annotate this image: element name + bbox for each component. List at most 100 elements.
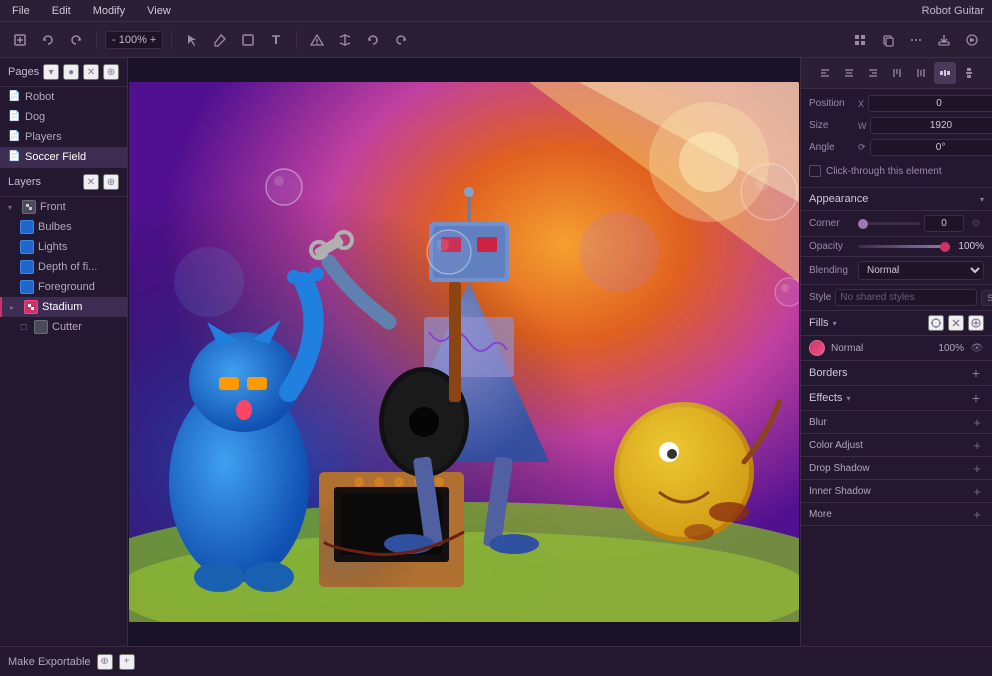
opacity-value: 100% bbox=[954, 241, 984, 252]
opacity-slider-track[interactable] bbox=[858, 245, 950, 248]
fills-chevron-icon: ▾ bbox=[833, 319, 837, 328]
menu-view[interactable]: View bbox=[143, 3, 175, 19]
layers-section: Layers ✕ ⊕ ▾ Front Bulbes bbox=[0, 167, 127, 646]
pages-menu-btn[interactable]: ▾ bbox=[43, 64, 59, 80]
corner-slider-track[interactable] bbox=[858, 222, 920, 225]
align-left-btn[interactable] bbox=[814, 62, 836, 84]
layer-checkbox-icon: ☐ bbox=[20, 323, 30, 332]
distribute-h-btn[interactable] bbox=[934, 62, 956, 84]
fill-color-swatch[interactable] bbox=[809, 340, 825, 356]
page-item-dog[interactable]: 📄 Dog bbox=[0, 107, 127, 127]
pen-tool[interactable] bbox=[208, 28, 232, 52]
blending-row: Blending Normal Multiply Screen Overlay bbox=[801, 257, 992, 285]
fills-header: Fills ▾ bbox=[801, 311, 992, 336]
pages-dot-btn[interactable]: ● bbox=[63, 64, 79, 80]
zoom-display[interactable]: - 100% + bbox=[105, 31, 163, 49]
effects-add-btn[interactable]: + bbox=[968, 390, 984, 406]
click-through-row: Click-through this element bbox=[809, 161, 984, 181]
export-add-btn[interactable]: + bbox=[119, 654, 135, 670]
menu-edit[interactable]: Edit bbox=[48, 3, 75, 19]
fill-blend-label: Normal bbox=[831, 343, 932, 354]
chevron-down-icon: ▾ bbox=[8, 203, 18, 212]
layer-lights[interactable]: Lights bbox=[0, 237, 127, 257]
effect-more: More + bbox=[801, 503, 992, 526]
pointer-tool[interactable] bbox=[180, 28, 204, 52]
fills-title: Fills bbox=[809, 317, 829, 329]
layers-delete-btn[interactable]: ✕ bbox=[83, 174, 99, 190]
canvas-area[interactable] bbox=[128, 58, 800, 646]
new-button[interactable] bbox=[8, 28, 32, 52]
grid-view-btn[interactable] bbox=[848, 28, 872, 52]
alert-tool[interactable] bbox=[305, 28, 329, 52]
fill-opacity-value: 100% bbox=[938, 343, 964, 354]
layer-stadium[interactable]: ▸ Stadium bbox=[0, 297, 127, 317]
inner-shadow-add-btn[interactable]: + bbox=[970, 484, 984, 498]
pages-delete-btn[interactable]: ✕ bbox=[83, 64, 99, 80]
undo-button[interactable] bbox=[36, 28, 60, 52]
rectangle-tool[interactable] bbox=[236, 28, 260, 52]
appearance-header[interactable]: Appearance ▾ bbox=[801, 188, 992, 211]
flip-h-tool[interactable] bbox=[333, 28, 357, 52]
copy-btn[interactable] bbox=[876, 28, 900, 52]
x-position-input[interactable] bbox=[868, 95, 992, 112]
main-layout: Pages ▾ ● ✕ ⊕ 📄 Robot 📄 Dog 📄 Players 📄 … bbox=[0, 58, 992, 646]
size-row: Size W ⊙ H bbox=[809, 117, 984, 134]
export-btn[interactable] bbox=[932, 28, 956, 52]
redo-button[interactable] bbox=[64, 28, 88, 52]
angle-input[interactable] bbox=[870, 139, 992, 156]
borders-add-btn[interactable]: + bbox=[968, 365, 984, 381]
click-through-label: Click-through this element bbox=[826, 166, 942, 177]
preview-btn[interactable] bbox=[960, 28, 984, 52]
effect-color-adjust-label: Color Adjust bbox=[809, 440, 966, 451]
style-row: Style Sync bbox=[801, 285, 992, 311]
corner-value-input[interactable] bbox=[924, 215, 964, 232]
page-item-robot[interactable]: 📄 Robot bbox=[0, 87, 127, 107]
page-icon-players: 📄 bbox=[8, 131, 20, 143]
style-input[interactable] bbox=[835, 289, 977, 306]
layers-mask-btn[interactable]: ⊕ bbox=[103, 174, 119, 190]
layer-depth[interactable]: Depth of fi... bbox=[0, 257, 127, 277]
menu-file[interactable]: File bbox=[8, 3, 34, 19]
size-label: Size bbox=[809, 120, 854, 131]
rotate-cw-tool[interactable] bbox=[389, 28, 413, 52]
blur-add-btn[interactable]: + bbox=[970, 415, 984, 429]
layer-front[interactable]: ▾ Front bbox=[0, 197, 127, 217]
pages-list: 📄 Robot 📄 Dog 📄 Players 📄 Soccer Field bbox=[0, 87, 127, 167]
blending-select[interactable]: Normal Multiply Screen Overlay bbox=[858, 261, 984, 280]
effect-inner-shadow-label: Inner Shadow bbox=[809, 486, 966, 497]
left-panel: Pages ▾ ● ✕ ⊕ 📄 Robot 📄 Dog 📄 Players 📄 … bbox=[0, 58, 128, 646]
effect-blur-label: Blur bbox=[809, 417, 966, 428]
page-item-soccer-field[interactable]: 📄 Soccer Field bbox=[0, 147, 127, 167]
menu-modify[interactable]: Modify bbox=[89, 3, 129, 19]
sync-button[interactable]: Sync bbox=[981, 290, 992, 306]
layer-cutter[interactable]: ☐ Cutter bbox=[0, 317, 127, 337]
width-input[interactable] bbox=[870, 117, 992, 134]
color-adjust-add-btn[interactable]: + bbox=[970, 438, 984, 452]
text-tool[interactable] bbox=[264, 28, 288, 52]
fills-add-btn[interactable] bbox=[968, 315, 984, 331]
fills-delete-btn[interactable] bbox=[948, 315, 964, 331]
pages-add-btn[interactable]: ⊕ bbox=[103, 64, 119, 80]
drop-shadow-add-btn[interactable]: + bbox=[970, 461, 984, 475]
click-through-checkbox[interactable] bbox=[809, 165, 821, 177]
more-add-btn[interactable]: + bbox=[970, 507, 984, 521]
align-top-btn[interactable] bbox=[886, 62, 908, 84]
layer-foreground[interactable]: Foreground bbox=[0, 277, 127, 297]
align-center-h-btn[interactable] bbox=[838, 62, 860, 84]
export-settings-btn[interactable]: ⊕ bbox=[97, 654, 113, 670]
chevron-right-icon: ▸ bbox=[10, 303, 20, 312]
corner-label: Corner bbox=[809, 218, 854, 229]
position-section: Position X Y Size W ⊙ H Angle ⟳ Transfor… bbox=[801, 89, 992, 188]
distribute-v-btn[interactable] bbox=[958, 62, 980, 84]
fills-settings-btn[interactable] bbox=[928, 315, 944, 331]
more-btn[interactable] bbox=[904, 28, 928, 52]
corner-link-btn[interactable]: ⊙ bbox=[968, 216, 984, 232]
align-right-btn[interactable] bbox=[862, 62, 884, 84]
page-item-players[interactable]: 📄 Players bbox=[0, 127, 127, 147]
layer-group-icon bbox=[22, 200, 36, 214]
fill-visibility-btn[interactable]: 👁 bbox=[970, 341, 984, 355]
rotate-ccw-tool[interactable] bbox=[361, 28, 385, 52]
align-middle-btn[interactable] bbox=[910, 62, 932, 84]
layer-bulbes[interactable]: Bulbes bbox=[0, 217, 127, 237]
effect-color-adjust: Color Adjust + bbox=[801, 434, 992, 457]
